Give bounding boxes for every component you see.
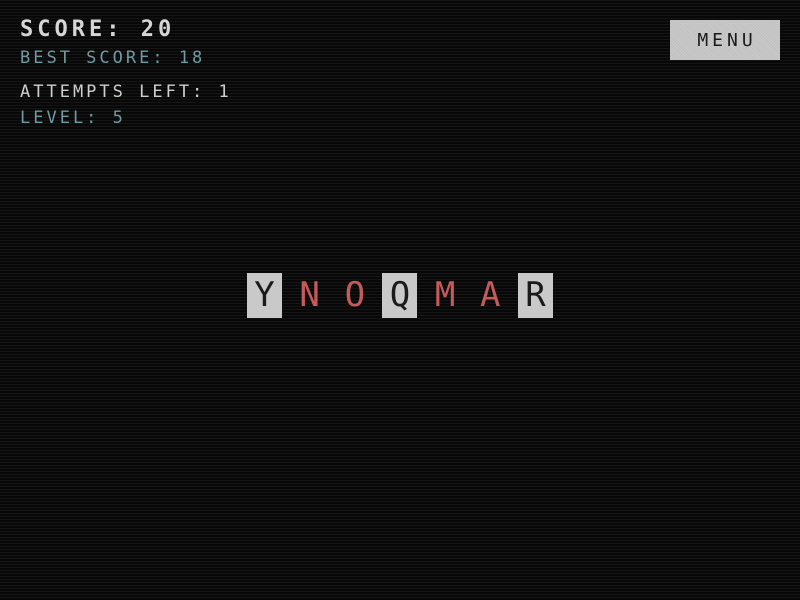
letter-tile[interactable]: A (473, 273, 508, 318)
letter-tile[interactable]: R (517, 273, 553, 318)
hud-panel: SCORE: 20 BEST SCORE: 18 ATTEMPTS LEFT: … (20, 16, 232, 132)
letter-tile[interactable]: Y (247, 273, 282, 318)
letter-tile[interactable]: Q (382, 273, 418, 318)
attempts-left-label: ATTEMPTS LEFT: 1 (20, 82, 232, 102)
score-label: SCORE: 20 (20, 17, 176, 42)
menu-button[interactable]: MENU (670, 20, 780, 60)
word-puzzle: Y N O Q M A R (247, 273, 553, 318)
letter-tile[interactable]: O (337, 273, 372, 318)
level-label: LEVEL: 5 (20, 108, 126, 128)
best-score-label: BEST SCORE: 18 (20, 48, 206, 68)
letter-tile[interactable]: M (428, 273, 463, 318)
letter-tile[interactable]: N (292, 273, 327, 318)
